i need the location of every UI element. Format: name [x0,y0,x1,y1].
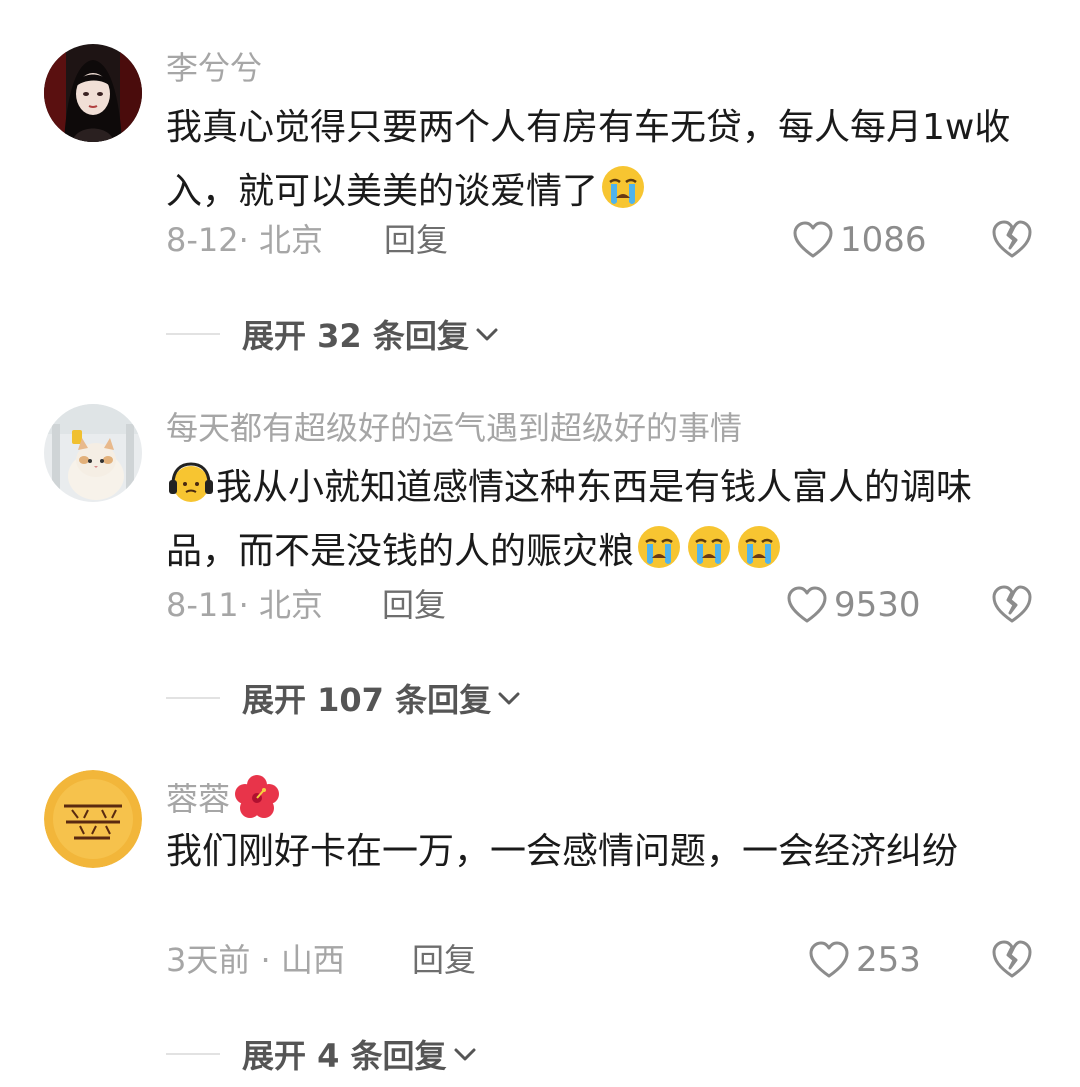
avatar[interactable] [44,404,142,502]
like-count: 9530 [834,585,921,625]
comment-date: 3天前 [166,941,251,979]
comment-text-content: 我们刚好卡在一万，一会感情问题，一会经济纠纷 [166,831,959,872]
like-button[interactable]: 9530 [786,583,921,627]
comment-location: 山西 [280,941,345,979]
comment-meta: 8-11· 北京 [166,585,323,625]
crying-face-icon [600,164,646,210]
comment-meta: 3天前 · 山西 [166,940,345,980]
avatar[interactable] [44,44,142,142]
username[interactable]: 李兮兮 [166,48,262,88]
comment-location: 北京 [258,586,323,624]
divider [166,333,220,335]
dislike-button[interactable] [990,938,1034,980]
comment-text: 我们刚好卡在一万，一会感情问题，一会经济纠纷 [166,820,1016,884]
comment-meta: 8-12· 北京 [166,220,323,260]
chevron-down-icon [473,324,501,344]
expand-replies-label: 展开 4 条回复 [242,1037,447,1075]
crying-face-icon [686,524,732,570]
divider [166,697,220,699]
meta-separator: · [238,586,249,624]
expand-replies-button[interactable]: 展开 4 条回复 [166,1032,479,1076]
chevron-down-icon [451,1044,479,1064]
crying-face-icon [736,524,782,570]
meta-separator: · [260,941,271,979]
broken-heart-icon [992,940,1032,978]
comment-text: 我从小就知道感情这种东西是有钱人富人的调味品，而不是没钱的人的赈灾粮 [166,456,1016,584]
reply-button[interactable]: 回复 [384,220,448,260]
heart-icon [787,586,827,623]
username[interactable]: 每天都有超级好的运气遇到超级好的事情 [166,408,742,448]
like-count: 253 [856,940,921,980]
meta-separator: · [238,221,249,259]
expand-replies-label: 展开 32 条回复 [242,317,469,355]
comment-text: 我真心觉得只要两个人有房有车无贷，每人每月1w收入，就可以美美的谈爱情了 [166,96,1016,224]
comment-date: 8-11 [166,586,239,624]
reply-button[interactable]: 回复 [382,585,446,625]
heart-icon [809,941,849,978]
username-text: 蓉蓉 [166,780,231,818]
reply-button[interactable]: 回复 [412,940,476,980]
avatar[interactable] [44,770,142,868]
broken-heart-icon [992,220,1032,258]
comment-location: 北京 [258,221,323,259]
comment-text-content: 我从小就知道感情这种东西是有钱人富人的调味品，而不是没钱的人的赈灾粮 [166,467,973,572]
like-button[interactable]: 1086 [792,218,927,262]
expand-replies-button[interactable]: 展开 107 条回复 [166,676,523,720]
comment-text-content: 我真心觉得只要两个人有房有车无贷，每人每月1w收入，就可以美美的谈爱情了 [166,107,1011,212]
expand-replies-button[interactable]: 展开 32 条回复 [166,312,501,356]
like-button[interactable]: 253 [808,938,921,982]
comment-date: 8-12 [166,221,239,259]
heart-icon [793,221,833,258]
username[interactable]: 蓉蓉 [166,774,282,820]
dislike-button[interactable] [990,583,1034,625]
hibiscus-flower-icon [234,774,280,820]
chevron-down-icon [495,688,523,708]
broken-heart-icon [992,585,1032,623]
dislike-button[interactable] [990,218,1034,260]
headphones-face-icon [168,460,214,506]
divider [166,1053,220,1055]
crying-face-icon [636,524,682,570]
like-count: 1086 [840,220,927,260]
expand-replies-label: 展开 107 条回复 [242,681,492,719]
